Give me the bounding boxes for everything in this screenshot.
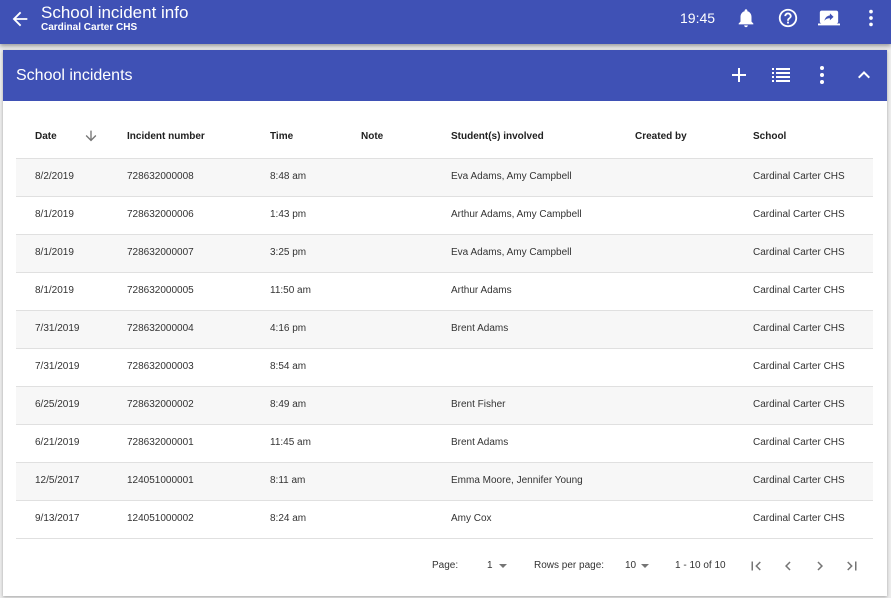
cell-date: 6/25/2019	[35, 399, 80, 410]
back-arrow-icon[interactable]	[9, 8, 31, 30]
cell-date: 9/13/2017	[35, 513, 80, 524]
cell-students: Emma Moore, Jennifer Young	[451, 475, 583, 486]
cell-students: Arthur Adams, Amy Campbell	[451, 209, 582, 220]
cell-incident-number: 728632000004	[127, 323, 194, 334]
column-header-note[interactable]: Note	[361, 131, 383, 143]
cell-time: 8:11 am	[270, 475, 306, 486]
app-bar: School incident info Cardinal Carter CHS…	[0, 0, 891, 44]
column-header-time[interactable]: Time	[270, 131, 293, 143]
sort-arrow-down-icon[interactable]	[83, 128, 99, 144]
column-header-students[interactable]: Student(s) involved	[451, 131, 544, 143]
page-select-value: 1	[487, 560, 493, 571]
card-header: School incidents	[3, 50, 887, 101]
cell-date: 8/1/2019	[35, 285, 74, 296]
cell-date: 7/31/2019	[35, 323, 80, 334]
clock: 19:45	[680, 10, 716, 26]
cell-school: Cardinal Carter CHS	[753, 475, 845, 486]
column-header-incident-number[interactable]: Incident number	[127, 131, 205, 143]
column-header-date[interactable]: Date	[35, 130, 97, 143]
table-row[interactable]: 8/1/2019 728632000005 11:50 am Arthur Ad…	[16, 273, 873, 311]
cell-school: Cardinal Carter CHS	[753, 361, 845, 372]
cell-school: Cardinal Carter CHS	[753, 247, 845, 258]
cell-time: 8:48 am	[270, 171, 307, 182]
table-row[interactable]: 6/25/2019 728632000002 8:49 am Brent Fis…	[16, 387, 873, 425]
cell-time: 1:43 pm	[270, 209, 307, 220]
incidents-table: Date Incident number Time Note Student(s…	[16, 121, 873, 539]
table-row[interactable]: 7/31/2019 728632000003 8:54 am Cardinal …	[16, 349, 873, 387]
cell-incident-number: 728632000006	[127, 209, 194, 220]
table-row[interactable]: 7/31/2019 728632000004 4:16 pm Brent Ada…	[16, 311, 873, 349]
cell-incident-number: 728632000003	[127, 361, 194, 372]
help-icon[interactable]	[777, 7, 799, 29]
cell-students: Brent Fisher	[451, 399, 506, 410]
cell-time: 11:50 am	[270, 285, 311, 296]
more-vert-icon[interactable]	[860, 7, 882, 29]
cell-school: Cardinal Carter CHS	[753, 437, 845, 448]
first-page-icon[interactable]	[747, 557, 765, 575]
table-row[interactable]: 6/21/2019 728632000001 11:45 am Brent Ad…	[16, 425, 873, 463]
cell-incident-number: 124051000001	[127, 475, 194, 486]
table-row[interactable]: 8/1/2019 728632000007 3:25 pm Eva Adams,…	[16, 235, 873, 273]
table-row[interactable]: 12/5/2017 124051000001 8:11 am Emma Moor…	[16, 463, 873, 501]
cell-incident-number: 728632000007	[127, 247, 194, 258]
card-title: School incidents	[16, 67, 133, 84]
chevron-down-icon	[641, 564, 649, 568]
cell-incident-number: 728632000001	[127, 437, 194, 448]
page-select[interactable]: 1	[483, 555, 513, 579]
add-icon[interactable]	[727, 63, 751, 87]
cell-time: 4:16 pm	[270, 323, 307, 334]
cell-date: 12/5/2017	[35, 475, 80, 486]
next-page-icon[interactable]	[811, 557, 829, 575]
cell-school: Cardinal Carter CHS	[753, 323, 845, 334]
page-range: 1 - 10 of 10	[675, 560, 726, 571]
cell-school: Cardinal Carter CHS	[753, 171, 845, 182]
cell-students: Eva Adams, Amy Campbell	[451, 171, 572, 182]
rows-per-page-value: 10	[625, 560, 637, 571]
cell-time: 8:24 am	[270, 513, 307, 524]
cell-school: Cardinal Carter CHS	[753, 209, 845, 220]
page-subtitle: Cardinal Carter CHS	[41, 22, 138, 33]
page-title: School incident info	[41, 3, 189, 22]
cell-students: Brent Adams	[451, 323, 509, 334]
column-header-school[interactable]: School	[753, 131, 786, 143]
cell-date: 8/1/2019	[35, 209, 74, 220]
cell-date: 7/31/2019	[35, 361, 80, 372]
list-view-icon[interactable]	[769, 63, 793, 87]
table-row[interactable]: 8/1/2019 728632000006 1:43 pm Arthur Ada…	[16, 197, 873, 235]
bell-icon[interactable]	[735, 7, 757, 29]
more-vert-icon[interactable]	[810, 63, 834, 87]
rows-per-page-label: Rows per page:	[534, 560, 605, 571]
cell-incident-number: 124051000002	[127, 513, 194, 524]
cell-date: 8/1/2019	[35, 247, 74, 258]
incidents-card: School incidents Date Incident number Ti…	[3, 50, 887, 596]
cell-time: 8:54 am	[270, 361, 307, 372]
chevron-up-icon[interactable]	[852, 63, 876, 87]
cell-school: Cardinal Carter CHS	[753, 285, 845, 296]
cell-incident-number: 728632000002	[127, 399, 194, 410]
last-page-icon[interactable]	[843, 557, 861, 575]
prev-page-icon[interactable]	[779, 557, 797, 575]
table-header: Date Incident number Time Note Student(s…	[16, 121, 873, 159]
rows-per-page-select[interactable]: 10	[621, 555, 653, 579]
pagination-bar: Page: 1 Rows per page: 10 1 - 10 of 10	[3, 555, 887, 579]
cell-incident-number: 728632000005	[127, 285, 194, 296]
cell-students: Brent Adams	[451, 437, 509, 448]
table-row[interactable]: 8/2/2019 728632000008 8:48 am Eva Adams,…	[16, 159, 873, 197]
cell-incident-number: 728632000008	[127, 171, 194, 182]
cell-students: Eva Adams, Amy Campbell	[451, 247, 572, 258]
cell-students: Arthur Adams	[451, 285, 512, 296]
cell-school: Cardinal Carter CHS	[753, 399, 845, 410]
cell-time: 11:45 am	[270, 437, 311, 448]
cell-time: 3:25 pm	[270, 247, 307, 258]
cell-date: 6/21/2019	[35, 437, 80, 448]
screen-share-icon[interactable]	[818, 7, 840, 29]
column-header-created-by[interactable]: Created by	[635, 131, 687, 143]
cell-date: 8/2/2019	[35, 171, 74, 182]
cell-school: Cardinal Carter CHS	[753, 513, 845, 524]
page-label: Page:	[432, 560, 459, 571]
table-row[interactable]: 9/13/2017 124051000002 8:24 am Amy Cox C…	[16, 501, 873, 539]
cell-time: 8:49 am	[270, 399, 307, 410]
cell-students: Amy Cox	[451, 513, 492, 524]
chevron-down-icon	[499, 564, 507, 568]
